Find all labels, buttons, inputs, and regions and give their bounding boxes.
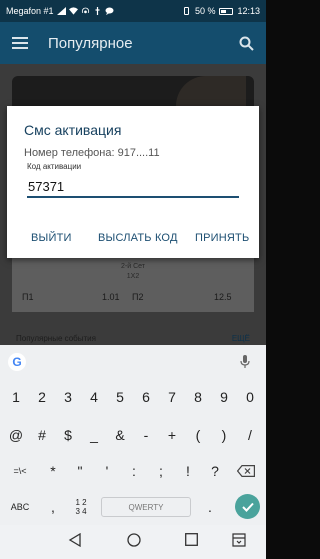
key-open-paren[interactable]: ( (185, 421, 211, 449)
backspace-key[interactable] (232, 457, 260, 485)
key-4[interactable]: 4 (81, 383, 107, 411)
recent-apps-icon[interactable] (185, 533, 198, 546)
chat-icon (105, 7, 114, 15)
battery-percent: 50 % (194, 6, 216, 16)
vibrate-icon (183, 7, 189, 15)
key-1[interactable]: 1 (3, 383, 29, 411)
search-icon[interactable] (239, 36, 254, 51)
key-3[interactable]: 3 (55, 383, 81, 411)
soft-keyboard: G 1 2 3 4 5 6 7 8 9 0 @ # $ _ & - + ( ) … (0, 345, 266, 525)
key-comma[interactable]: , (40, 493, 66, 521)
key-symbols-more[interactable]: =\< (3, 457, 37, 485)
carrier-label: Megafon #1 (6, 6, 54, 16)
usb-icon (95, 7, 100, 15)
microphone-icon[interactable] (240, 355, 250, 369)
enter-key[interactable] (235, 494, 260, 519)
key-7[interactable]: 7 (159, 383, 185, 411)
key-double-quote[interactable]: " (67, 457, 93, 485)
key-asterisk[interactable]: * (40, 457, 66, 485)
key-2[interactable]: 2 (29, 383, 55, 411)
page-title: Популярное (48, 34, 133, 52)
sms-activation-dialog: Смс активация Номер телефона: 917....11 … (7, 106, 259, 258)
key-colon[interactable]: : (121, 457, 147, 485)
odds-value-p2: 12.5 (214, 292, 232, 302)
space-key[interactable]: QWERTY (101, 497, 191, 517)
google-logo-icon[interactable]: G (8, 353, 26, 371)
notification-pull-icon[interactable] (232, 533, 246, 547)
key-ampersand[interactable]: & (107, 421, 133, 449)
key-minus[interactable]: - (133, 421, 159, 449)
key-question[interactable]: ? (202, 457, 228, 485)
status-bar: Megafon #1 50 % 12:13 (0, 0, 266, 22)
accept-button[interactable]: ПРИНЯТЬ (195, 232, 249, 244)
key-5[interactable]: 5 (107, 383, 133, 411)
signal-icon (56, 7, 66, 15)
odds-label-p2: П2 (132, 292, 144, 302)
resend-code-button[interactable]: ВЫСЛАТЬ КОД (98, 232, 178, 244)
exit-button[interactable]: ВЫЙТИ (31, 232, 72, 244)
activation-code-label: Код активации (27, 162, 82, 171)
match-card: 2-й Сет 1X2 П1 1.01 П2 12.5 (12, 254, 254, 312)
key-single-quote[interactable]: ' (94, 457, 120, 485)
key-6[interactable]: 6 (133, 383, 159, 411)
activation-code-input[interactable] (27, 176, 239, 198)
section-title: Популярные события (16, 334, 96, 343)
key-0[interactable]: 0 (237, 383, 263, 411)
key-dollar[interactable]: $ (55, 421, 81, 449)
backspace-icon (237, 465, 255, 477)
key-9[interactable]: 9 (211, 383, 237, 411)
key-plus[interactable]: + (159, 421, 185, 449)
key-semicolon[interactable]: ; (148, 457, 174, 485)
key-abc[interactable]: ABC (3, 493, 37, 521)
keyboard-suggestion-bar: G (0, 345, 266, 379)
dialog-title: Смс активация (24, 122, 122, 138)
battery-icon (219, 7, 234, 15)
checkmark-icon (241, 502, 254, 512)
back-icon[interactable] (68, 533, 82, 547)
key-exclamation[interactable]: ! (175, 457, 201, 485)
app-bar: Популярное (0, 22, 266, 64)
key-numpad[interactable]: 1 2 3 4 (68, 493, 94, 521)
odds-value-p1: 1.01 (102, 292, 120, 302)
key-slash[interactable]: / (237, 421, 263, 449)
numpad-top-label: 1 2 (75, 498, 87, 507)
hotspot-icon (81, 7, 89, 14)
numpad-bottom-label: 3 4 (75, 507, 87, 516)
home-icon[interactable] (127, 533, 141, 547)
phone-number-text: Номер телефона: 917....11 (24, 147, 160, 159)
odds-label-p1: П1 (22, 292, 34, 302)
set-label: 2-й Сет (120, 263, 145, 270)
wifi-icon (68, 7, 78, 15)
key-underscore[interactable]: _ (81, 421, 107, 449)
section-more-link: ЕЩЁ (231, 334, 250, 343)
key-8[interactable]: 8 (185, 383, 211, 411)
market-label: 1X2 (126, 273, 140, 280)
key-close-paren[interactable]: ) (211, 421, 237, 449)
system-nav-bar (0, 525, 266, 559)
key-hash[interactable]: # (29, 421, 55, 449)
hamburger-menu-icon[interactable] (12, 37, 28, 49)
clock: 12:13 (237, 6, 260, 16)
key-period[interactable]: . (197, 493, 223, 521)
key-at[interactable]: @ (3, 421, 29, 449)
